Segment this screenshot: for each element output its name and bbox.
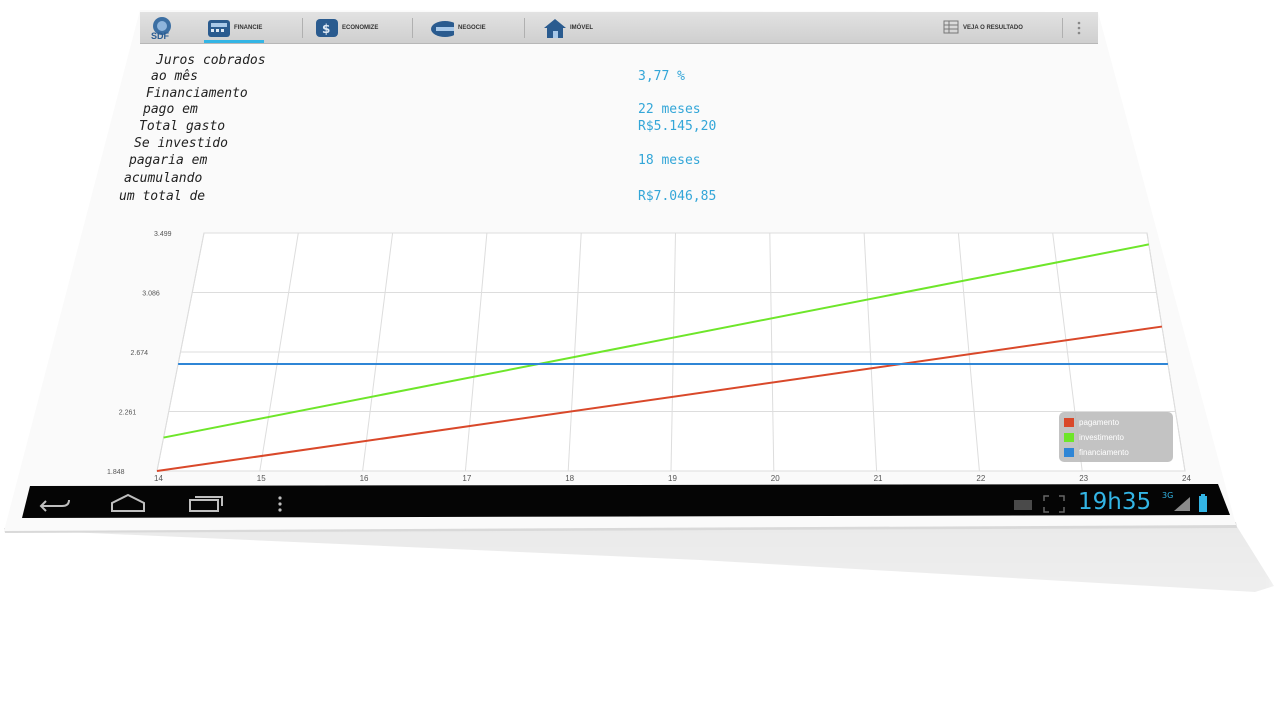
x-tick-label: 24 [1182,474,1191,483]
x-tick-label: 19 [668,474,677,483]
device-mockup: SDF FINANCIE $ ECONOMIZE NEGOCIE IMÓVEL … [0,0,1280,720]
battery-icon [1199,494,1207,512]
x-tick-label: 22 [976,474,985,483]
app-screen: SDF FINANCIE $ ECONOMIZE NEGOCIE IMÓVEL … [4,10,1236,531]
menu-dots-icon[interactable] [276,495,284,513]
recent-apps-icon[interactable] [186,494,226,514]
x-tick-label: 15 [257,474,266,483]
x-tick-label: 21 [874,474,883,483]
signal-strength-icon [1174,497,1190,511]
keyboard-icon [1014,500,1032,510]
y-tick-label: 3.086 [142,291,160,298]
status-clock: 19h35 [1078,489,1152,515]
back-icon[interactable] [36,494,72,514]
legend-swatch-investimento [1064,433,1074,442]
x-tick-label: 17 [462,474,471,483]
x-tick-label: 20 [771,474,780,483]
x-tick-label: 18 [565,474,574,483]
legend-label-financiamento: financiamento [1079,448,1129,457]
x-tick-label: 23 [1079,474,1088,483]
x-tick-label: 16 [360,474,369,483]
legend-label-investimento: investimento [1079,433,1124,442]
y-tick-label: 2.674 [131,350,149,357]
legend-swatch-financiamento [1064,448,1074,457]
screen-expand-icon [1043,495,1065,513]
x-tick-label: 14 [154,474,163,483]
y-tick-label: 1.848 [107,469,125,476]
line-chart: 14 15 16 17 18 19 20 21 22 23 24 1.848 2.261 2.674 3.0… [107,231,1191,483]
y-tick-label: 2.261 [119,410,137,417]
home-icon[interactable] [108,493,148,513]
legend-label-pagamento: pagamento [1079,418,1120,427]
y-tick-label: 3.499 [154,231,172,238]
legend-swatch-pagamento [1064,418,1074,427]
